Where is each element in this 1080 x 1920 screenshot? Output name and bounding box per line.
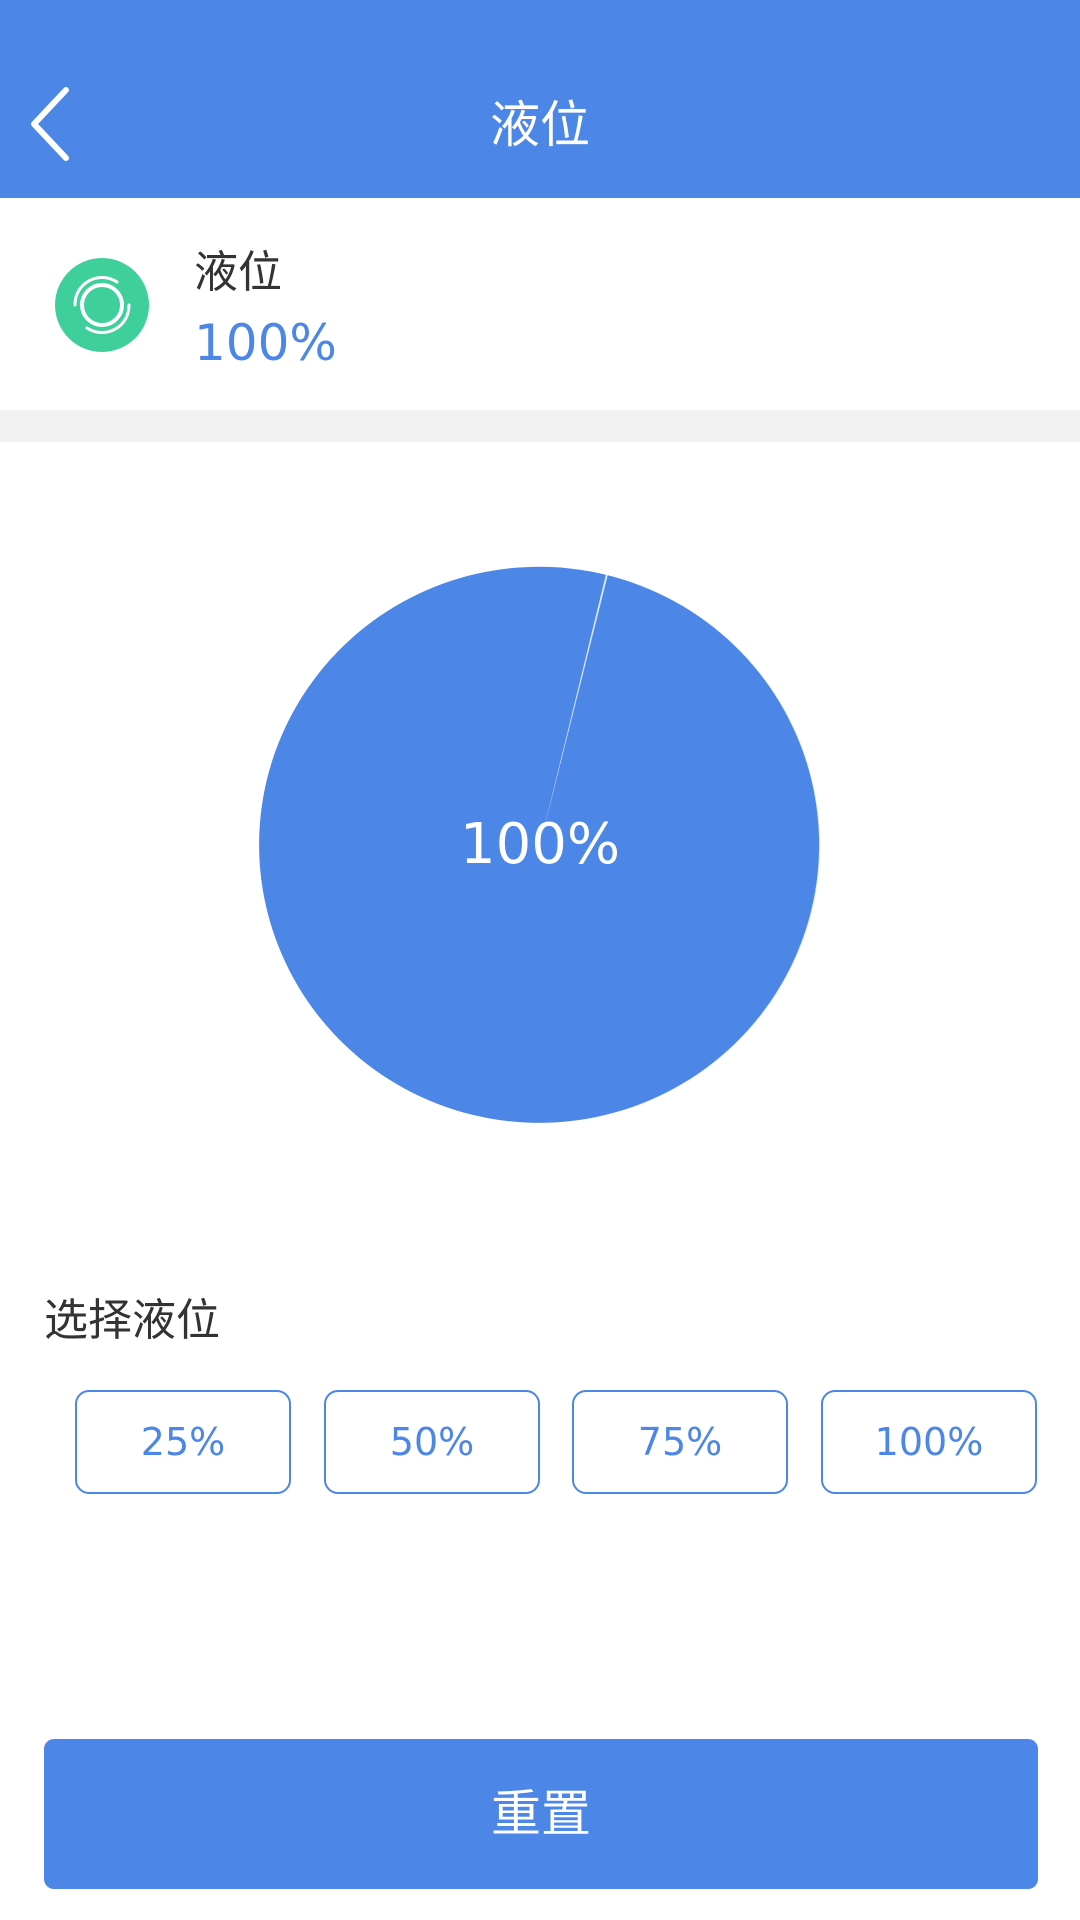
- level-option-100[interactable]: 100%: [821, 1390, 1037, 1494]
- gauge-value-text: 100%: [459, 812, 621, 877]
- status-value: 100%: [194, 314, 337, 372]
- reset-button[interactable]: 重置: [44, 1739, 1038, 1889]
- page-title: 液位: [490, 96, 590, 154]
- status-row: 液位 100%: [0, 198, 1080, 410]
- status-label: 液位: [194, 247, 282, 298]
- liquid-level-page: 液位 液位 100% 100% 选择液位 25% 50% 75% 100% 重置: [0, 0, 1080, 1920]
- select-level-label: 选择液位: [44, 1295, 220, 1346]
- level-option-75[interactable]: 75%: [572, 1390, 788, 1494]
- level-options: 25% 50% 75% 100%: [75, 1390, 1039, 1494]
- level-option-50[interactable]: 50%: [324, 1390, 540, 1494]
- header-bar: 液位: [0, 0, 1080, 198]
- ring-target-icon: [55, 258, 149, 352]
- level-gauge: 100%: [257, 565, 823, 1125]
- level-option-25[interactable]: 25%: [75, 1390, 291, 1494]
- section-divider: [0, 410, 1080, 442]
